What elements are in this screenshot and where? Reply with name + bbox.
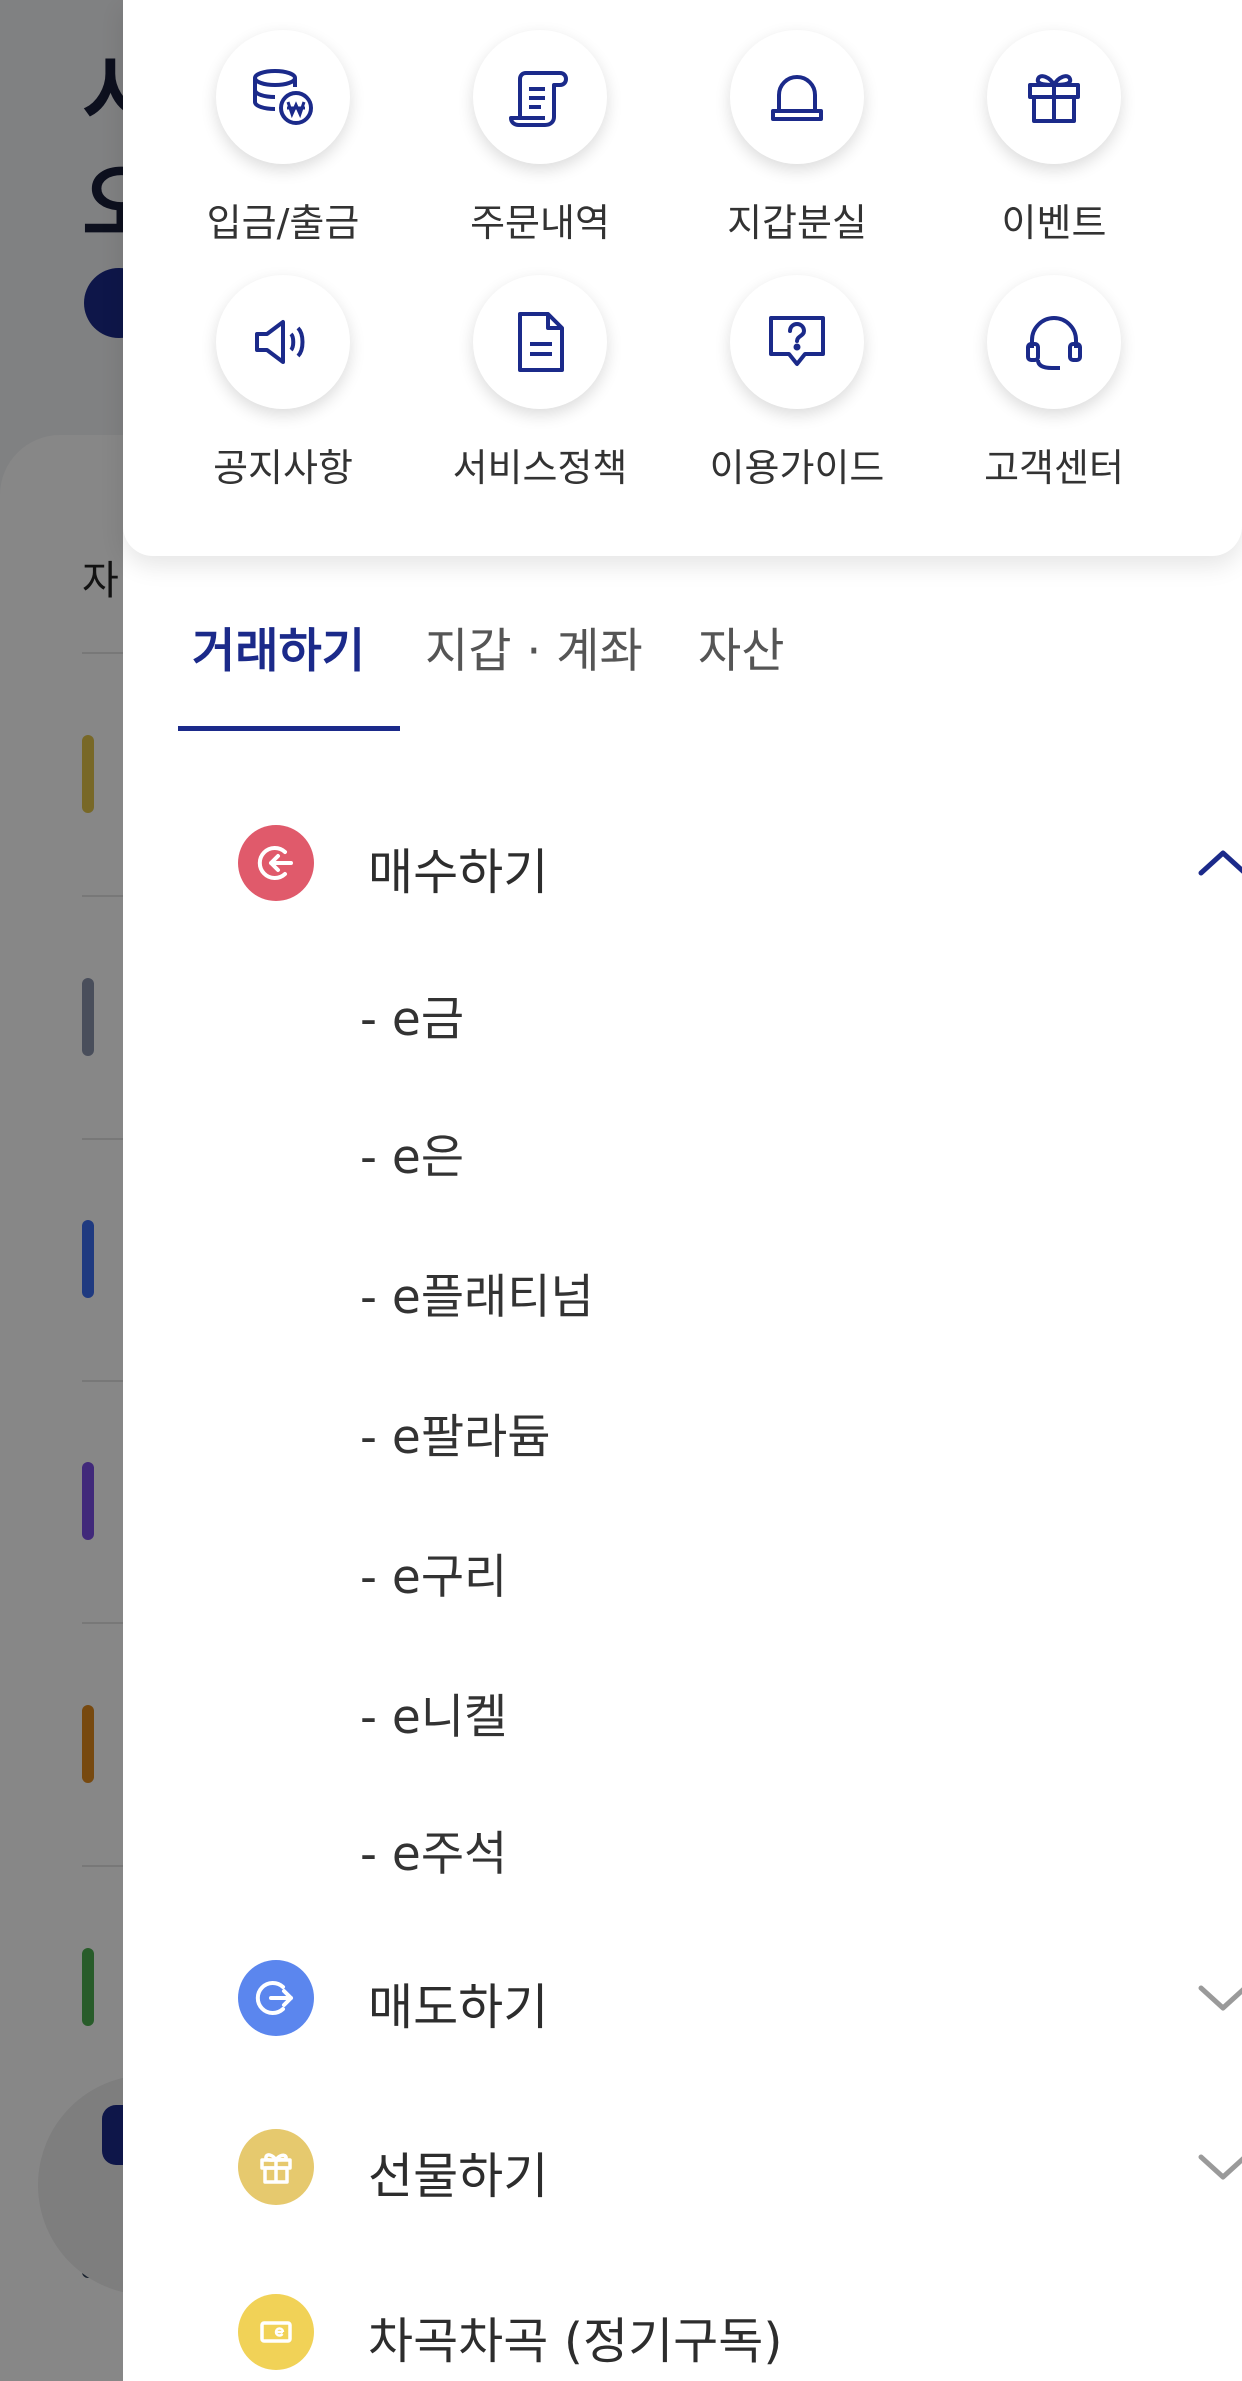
quick-event[interactable]: 이벤트: [954, 30, 1154, 247]
alarm-siren-icon: [771, 75, 823, 121]
side-drawer: 입금/출금 주문내역 지갑분실 이벤트 공지사항 서비스정책 이용가이드 고객센…: [123, 0, 1242, 2381]
sell-arrow-out-icon: [238, 1960, 314, 2036]
headset-icon: [1026, 316, 1082, 370]
submenu-item[interactable]: - e금: [360, 980, 464, 1049]
submenu-item[interactable]: - e은: [360, 1118, 464, 1187]
quick-wallet-lost[interactable]: 지갑분실: [697, 30, 897, 247]
menu-sell-label: 매도하기: [368, 1979, 549, 2036]
quick-icon-circle: [216, 275, 350, 409]
question-bubble-icon: [769, 316, 825, 366]
quick-icon-circle: [730, 30, 864, 164]
gift-box-icon: [1028, 74, 1080, 123]
quick-icon-circle: [730, 275, 864, 409]
quick-menu-panel: 입금/출금 주문내역 지갑분실 이벤트 공지사항 서비스정책 이용가이드 고객센…: [123, 0, 1242, 556]
menu-sell[interactable]: 매도하기: [238, 1958, 1242, 2038]
chevron-up-icon[interactable]: [1193, 843, 1242, 883]
menu-buy-label: 매수하기: [368, 844, 549, 901]
receipt-scroll-icon: [509, 71, 568, 127]
quick-order-history[interactable]: 주문내역: [440, 30, 640, 247]
quick-label: 서비스정책: [452, 446, 628, 490]
chevron-down-icon[interactable]: [1193, 2147, 1242, 2187]
quick-label: 이벤트: [1001, 201, 1107, 245]
quick-icon-circle: [473, 275, 607, 409]
coins-won-icon: [253, 69, 313, 125]
subscription-card-icon: [238, 2294, 314, 2370]
gift-icon: [238, 2129, 314, 2205]
quick-label: 고객센터: [984, 446, 1124, 490]
quick-label: 주문내역: [470, 201, 610, 245]
quick-service-policy[interactable]: 서비스정책: [440, 275, 640, 492]
quick-icon-circle: [216, 30, 350, 164]
menu-gift-label: 선물하기: [368, 2148, 549, 2205]
buy-arrow-in-icon: [238, 825, 314, 901]
quick-icon-circle: [473, 30, 607, 164]
submenu-item[interactable]: - e팔라듐: [360, 1398, 551, 1467]
quick-icon-circle: [987, 30, 1121, 164]
menu-subscribe-label: 차곡차곡 (정기구독): [368, 2313, 783, 2370]
quick-icon-circle: [987, 275, 1121, 409]
quick-deposit-withdraw[interactable]: 입금/출금: [183, 30, 383, 247]
quick-label: 지갑분실: [727, 201, 867, 245]
submenu-item[interactable]: - e플래티넘: [360, 1258, 594, 1327]
submenu-item[interactable]: - e구리: [360, 1538, 507, 1607]
menu-gift[interactable]: 선물하기: [238, 2127, 1242, 2207]
tab-trade[interactable]: 거래하기: [192, 612, 365, 681]
quick-label: 공지사항: [213, 446, 353, 490]
quick-user-guide[interactable]: 이용가이드: [697, 275, 897, 492]
quick-customer-center[interactable]: 고객센터: [954, 275, 1154, 492]
menu-buy[interactable]: 매수하기: [238, 823, 1242, 903]
active-tab-indicator: [178, 726, 400, 731]
quick-notice[interactable]: 공지사항: [183, 275, 383, 492]
chevron-down-icon[interactable]: [1193, 1978, 1242, 2018]
tab-assets[interactable]: 자산: [698, 612, 784, 681]
tab-wallet-account[interactable]: 지갑 · 계좌: [425, 612, 643, 681]
quick-label: 입금/출금: [206, 201, 360, 245]
quick-label: 이용가이드: [709, 446, 885, 490]
document-icon: [518, 312, 564, 372]
menu-subscribe[interactable]: 차곡차곡 (정기구독): [238, 2292, 1188, 2372]
submenu-item[interactable]: - e주석: [360, 1815, 507, 1884]
megaphone-speaker-icon: [255, 320, 305, 364]
drawer-tabs: 거래하기 지갑 · 계좌 자산: [178, 612, 1188, 732]
submenu-item[interactable]: - e니켈: [360, 1678, 507, 1747]
